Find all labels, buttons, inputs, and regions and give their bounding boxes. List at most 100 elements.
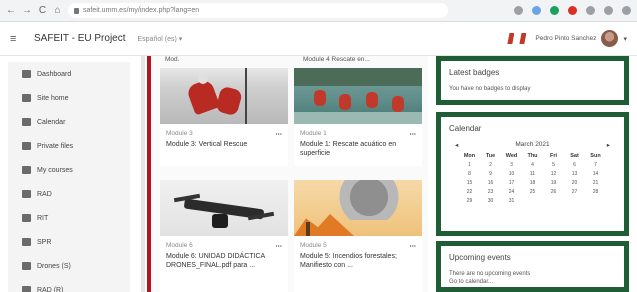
calendar-day[interactable]: 15 bbox=[459, 180, 480, 187]
calendar-day[interactable]: 3 bbox=[501, 162, 522, 169]
calendar-day[interactable]: 30 bbox=[480, 198, 501, 205]
calendar-weekday: Thu bbox=[527, 153, 538, 159]
course-image[interactable] bbox=[294, 68, 422, 124]
reload-icon[interactable]: C bbox=[38, 5, 47, 16]
calendar-day[interactable]: 25 bbox=[522, 189, 543, 196]
extension-icon[interactable] bbox=[604, 6, 613, 15]
more-options-icon[interactable]: ⋯ bbox=[410, 130, 417, 138]
calendar-day[interactable]: 19 bbox=[543, 180, 564, 187]
course-image[interactable] bbox=[160, 180, 288, 236]
sidebar-item[interactable]: Drones (S) bbox=[8, 254, 130, 278]
sidebar-item-label: My courses bbox=[37, 166, 73, 174]
language-menu[interactable]: Español (es) ▾ bbox=[138, 35, 183, 43]
user-name[interactable]: Pedro Pinto Sanchez bbox=[535, 35, 596, 42]
sidebar-item[interactable]: RAD bbox=[8, 182, 130, 206]
extension-icon[interactable] bbox=[586, 6, 595, 15]
calendar-day[interactable]: 2 bbox=[480, 162, 501, 169]
forward-arrow-icon[interactable]: → bbox=[22, 5, 32, 16]
course-title[interactable]: Module 6: UNIDAD DIDÁCTICA DRONES_FINAL.… bbox=[160, 250, 288, 270]
calendar-day[interactable]: 22 bbox=[459, 189, 480, 196]
go-to-calendar-link[interactable]: Go to calendar... bbox=[449, 278, 616, 286]
extension-icon[interactable] bbox=[550, 6, 559, 15]
calendar-header: ◂ March 2021 ▸ bbox=[449, 141, 616, 149]
sidebar-item[interactable]: Private files bbox=[8, 134, 130, 158]
calendar-weekday: Fri bbox=[549, 153, 558, 159]
calendar-day[interactable]: 28 bbox=[585, 189, 606, 196]
calendar-day[interactable]: 23 bbox=[480, 189, 501, 196]
url-text: safeit.umm.es/my/index.php?lang=en bbox=[83, 7, 200, 14]
card-meta: Module 6 ⋯ bbox=[160, 236, 288, 250]
extension-icons bbox=[514, 6, 631, 15]
card-title-fragment: Module 4 Rescate en... bbox=[303, 56, 370, 63]
back-arrow-icon[interactable]: ← bbox=[6, 5, 16, 16]
calendar-icon bbox=[22, 118, 31, 126]
course-title[interactable]: Module 3: Vertical Rescue bbox=[160, 138, 288, 149]
extension-icon[interactable] bbox=[532, 6, 541, 15]
calendar-day[interactable]: 6 bbox=[564, 162, 585, 169]
calendar-day[interactable]: 10 bbox=[501, 171, 522, 178]
user-menu-caret-icon[interactable]: ▾ bbox=[623, 35, 627, 43]
extension-icon[interactable] bbox=[568, 6, 577, 15]
course-category: Module 1 bbox=[300, 130, 327, 137]
course-card[interactable]: Module 5 ⋯ Module 5: Incendios forestale… bbox=[294, 180, 422, 292]
menu-icon[interactable]: ≡ bbox=[10, 33, 28, 45]
calendar-day[interactable]: 27 bbox=[564, 189, 585, 196]
course-card[interactable]: Module 1 ⋯ Module 1: Rescate acuático en… bbox=[294, 68, 422, 166]
calendar-day[interactable]: 31 bbox=[501, 198, 522, 205]
home-icon[interactable]: ⌂ bbox=[53, 5, 62, 16]
calendar-day[interactable]: 5 bbox=[543, 162, 564, 169]
course-card[interactable]: Module 3 ⋯ Module 3: Vertical Rescue bbox=[160, 68, 288, 166]
sidebar-scrollbar[interactable] bbox=[141, 56, 145, 292]
calendar-day[interactable]: 21 bbox=[585, 180, 606, 187]
course-image[interactable] bbox=[294, 180, 422, 236]
more-options-icon[interactable]: ⋯ bbox=[276, 130, 283, 138]
calendar-day[interactable]: 20 bbox=[564, 180, 585, 187]
calendar-day[interactable]: 26 bbox=[543, 189, 564, 196]
more-options-icon[interactable]: ⋯ bbox=[276, 242, 283, 250]
calendar-day[interactable]: 7 bbox=[585, 162, 606, 169]
calendar-weekday: Sat bbox=[570, 153, 579, 159]
sidebar-item[interactable]: Dashboard bbox=[8, 62, 130, 86]
extension-icon[interactable] bbox=[622, 6, 631, 15]
next-month-icon[interactable]: ▸ bbox=[607, 141, 610, 149]
extension-icon[interactable] bbox=[514, 6, 523, 15]
browser-toolbar: ← → C ⌂ safeit.umm.es/my/index.php?lang=… bbox=[0, 0, 637, 22]
messages-icon[interactable] bbox=[519, 33, 527, 44]
sidebar-item[interactable]: My courses bbox=[8, 158, 130, 182]
calendar-day[interactable]: 12 bbox=[543, 171, 564, 178]
course-title[interactable]: Module 1: Rescate acuático en superficie bbox=[294, 138, 422, 158]
course-title[interactable]: Module 5: Incendios forestales; Manifies… bbox=[294, 250, 422, 270]
course-category: Module 6 bbox=[166, 242, 193, 249]
site-name[interactable]: SAFEIT - EU Project bbox=[34, 33, 126, 44]
calendar-day[interactable]: 18 bbox=[522, 180, 543, 187]
avatar[interactable] bbox=[601, 30, 619, 47]
sidebar-item[interactable]: RIT bbox=[8, 206, 130, 230]
sidebar-item-label: Calendar bbox=[37, 118, 66, 126]
calendar-day[interactable]: 14 bbox=[585, 171, 606, 178]
calendar-day[interactable]: 9 bbox=[480, 171, 501, 178]
file-icon bbox=[22, 142, 31, 150]
address-bar[interactable]: safeit.umm.es/my/index.php?lang=en bbox=[68, 3, 448, 18]
calendar-day[interactable]: 16 bbox=[480, 180, 501, 187]
more-options-icon[interactable]: ⋯ bbox=[410, 242, 417, 250]
upcoming-events-block: Upcoming events There are no upcoming ev… bbox=[436, 241, 629, 292]
course-card[interactable]: Module 6 ⋯ Module 6: UNIDAD DIDÁCTICA DR… bbox=[160, 180, 288, 292]
site-navbar: ≡ SAFEIT - EU Project Español (es) ▾ Ped… bbox=[0, 22, 637, 56]
sidebar-item[interactable]: Calendar bbox=[8, 110, 130, 134]
course-image[interactable] bbox=[160, 68, 288, 124]
calendar-day[interactable]: 29 bbox=[459, 198, 480, 205]
notification-icon[interactable] bbox=[507, 33, 515, 44]
calendar-day[interactable]: 1 bbox=[459, 162, 480, 169]
sidebar-item[interactable]: RAD (R) bbox=[8, 278, 130, 292]
calendar-day[interactable]: 8 bbox=[459, 171, 480, 178]
sidebar-item[interactable]: Site home bbox=[8, 86, 130, 110]
calendar-day[interactable]: 13 bbox=[564, 171, 585, 178]
calendar-day[interactable]: 4 bbox=[522, 162, 543, 169]
card-meta: Module 5 ⋯ bbox=[294, 236, 422, 250]
calendar-day[interactable]: 11 bbox=[522, 171, 543, 178]
calendar-day[interactable]: 24 bbox=[501, 189, 522, 196]
previous-month-icon[interactable]: ◂ bbox=[455, 141, 458, 149]
sidebar-item[interactable]: SPR bbox=[8, 230, 130, 254]
card-title-fragment: Mod. bbox=[165, 56, 180, 63]
calendar-day[interactable]: 17 bbox=[501, 180, 522, 187]
